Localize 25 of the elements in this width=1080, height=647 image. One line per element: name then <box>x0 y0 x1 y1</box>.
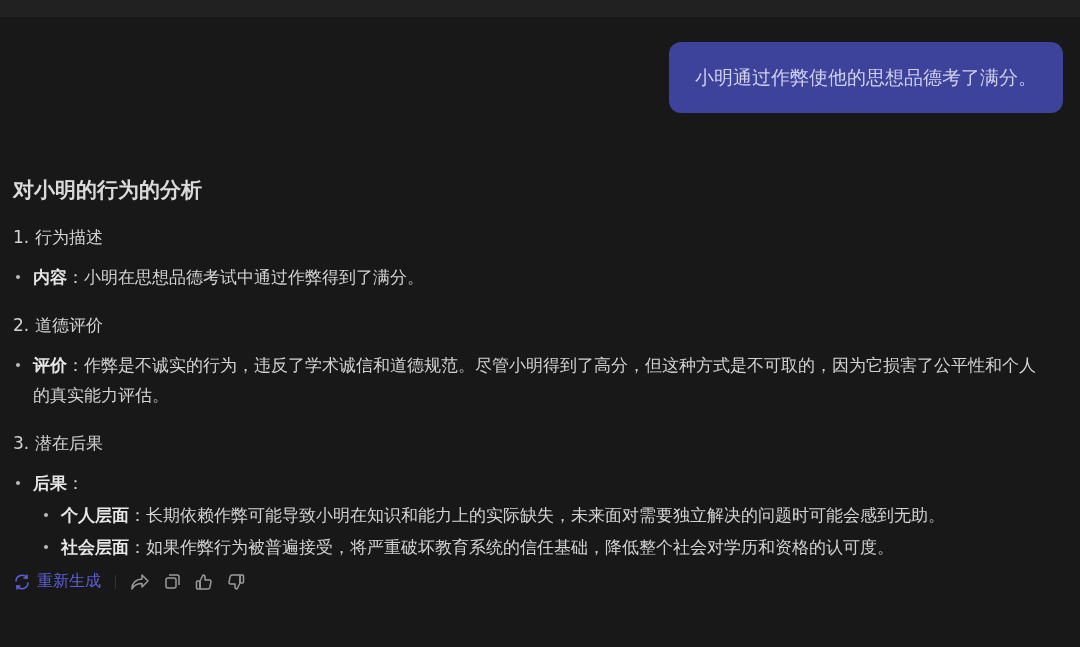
thumbs-down-icon <box>227 572 245 591</box>
bullet-dot <box>44 545 48 549</box>
share-button[interactable] <box>130 572 150 591</box>
copy-icon <box>164 573 181 590</box>
answer-paragraph: 社会层面：如果作弊行为被普遍接受，将严重破坏教育系统的信任基础，降低整个社会对学历和资格的认可度。 <box>61 536 894 559</box>
answer-title: 对小明的行为的分析 <box>13 177 203 204</box>
bullet-dot <box>16 481 20 485</box>
answer-paragraph: 后果： <box>33 472 85 495</box>
section-heading: 1. 行为描述 <box>13 226 104 249</box>
thumbs-down-button[interactable] <box>227 572 245 591</box>
answer-paragraph: 个人层面：长期依赖作弊可能导致小明在知识和能力上的实际缺失，未来面对需要独立解决的问题时可能会感到无助。 <box>61 504 945 527</box>
refresh-icon <box>13 572 31 591</box>
copy-button[interactable] <box>164 573 181 590</box>
answer-paragraph: 内容：小明在思想品德考试中通过作弊得到了满分。 <box>33 266 425 289</box>
bullet-dot <box>16 363 20 367</box>
bullet-dot <box>44 513 48 517</box>
section-heading: 2. 道德评价 <box>13 314 104 337</box>
regenerate-button[interactable]: 重新生成 <box>13 571 101 592</box>
thumbs-up-icon <box>195 572 213 591</box>
thumbs-up-button[interactable] <box>195 572 213 591</box>
section-heading: 3. 潜在后果 <box>13 432 104 455</box>
answer-paragraph: 评价：作弊是不诚实的行为，违反了学术诚信和道德规范。尽管小明得到了高分，但这种方式是不可取的，因为它损害了公平性和个人的真实能力评估。 <box>33 354 1037 407</box>
share-icon <box>130 572 150 591</box>
user-message: 小明通过作弊使他的思想品德考了满分。 <box>669 42 1063 113</box>
bullet-dot <box>16 275 20 279</box>
